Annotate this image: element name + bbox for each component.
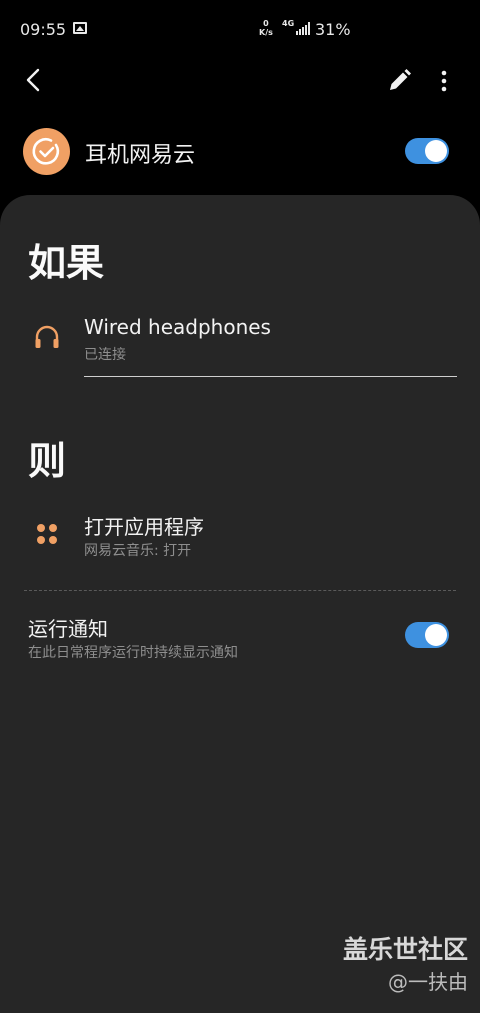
watermark-user: @一扶由 (388, 970, 468, 994)
apps-icon (37, 524, 57, 544)
gallery-notification-icon (73, 22, 87, 34)
more-vertical-icon[interactable] (430, 66, 458, 96)
network-speed-unit: K/s (259, 28, 273, 37)
network-speed: 0 K/s (259, 19, 273, 37)
routine-toggle[interactable] (405, 138, 449, 164)
notification-toggle[interactable] (405, 622, 449, 648)
watermark-site: 盖乐世社区 (342, 935, 468, 964)
routine-icon (23, 128, 70, 175)
toggle-knob (425, 624, 447, 646)
status-bar: 09:55 0 K/s 4G 31% (0, 0, 480, 60)
headphones-icon (35, 325, 59, 348)
notification-description: 在此日常程序运行时持续显示通知 (28, 645, 238, 661)
status-time: 09:55 (20, 20, 67, 39)
condition-divider (84, 376, 457, 377)
if-heading: 如果 (28, 241, 105, 285)
toggle-knob (425, 140, 447, 162)
notification-title[interactable]: 运行通知 (28, 613, 108, 642)
condition-status: 已连接 (84, 347, 126, 363)
network-speed-value: 0 (263, 19, 269, 28)
routine-name: 耳机网易云 (85, 143, 196, 168)
then-heading: 则 (28, 439, 67, 483)
action-detail: 网易云音乐: 打开 (84, 543, 192, 559)
signal-icon (296, 22, 310, 35)
section-divider (24, 590, 456, 591)
check-circle-icon (32, 138, 60, 165)
pencil-icon[interactable] (384, 66, 414, 96)
battery-level: 31% (315, 20, 351, 39)
condition-title[interactable]: Wired headphones (84, 315, 271, 339)
network-type: 4G (282, 19, 295, 28)
action-title[interactable]: 打开应用程序 (84, 511, 204, 540)
back-arrow-icon[interactable] (18, 64, 50, 96)
